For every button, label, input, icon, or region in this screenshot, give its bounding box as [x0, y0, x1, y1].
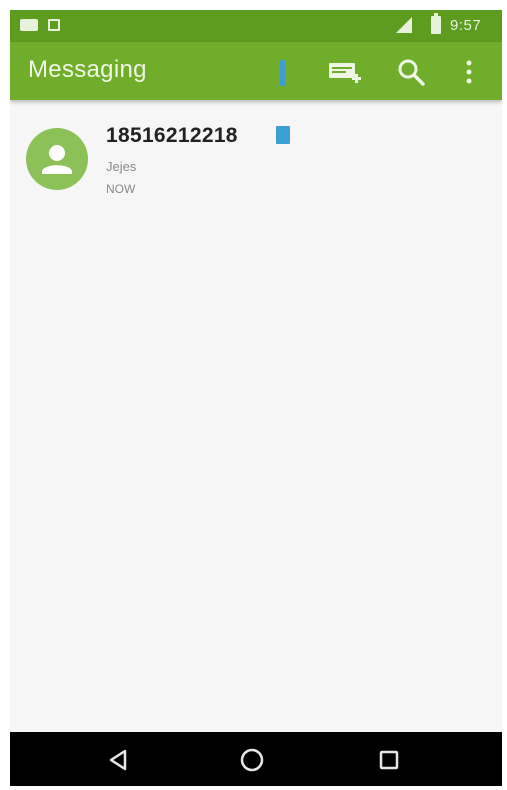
compose-icon	[329, 63, 361, 83]
screenshot-icon	[48, 19, 60, 31]
status-time: 9:57	[450, 17, 482, 34]
search-button[interactable]	[393, 54, 429, 90]
status-bar: 9:57	[10, 10, 502, 42]
notification-icon	[20, 19, 38, 31]
person-icon	[42, 145, 72, 174]
recents-button[interactable]	[373, 744, 405, 776]
app-bar: Messaging	[10, 42, 502, 100]
battery-icon	[431, 13, 441, 34]
avatar[interactable]	[26, 128, 88, 190]
app-title: Messaging	[28, 56, 147, 83]
accent-marker	[280, 60, 285, 86]
back-button[interactable]	[102, 744, 134, 776]
compose-button[interactable]	[326, 54, 362, 90]
message-snippet: Jejes	[106, 159, 137, 174]
more-vert-icon	[466, 60, 472, 84]
back-icon	[109, 749, 127, 771]
more-options-button[interactable]	[451, 54, 487, 90]
unread-indicator	[276, 126, 290, 144]
navigation-bar	[10, 732, 502, 786]
home-icon	[240, 748, 264, 772]
search-icon	[398, 59, 425, 86]
recents-icon	[379, 750, 399, 770]
contact-name: 18516212218	[106, 124, 238, 147]
conversation-list-item[interactable]: 18516212218 Jejes NOW	[10, 114, 502, 204]
home-button[interactable]	[236, 744, 268, 776]
message-time: NOW	[106, 182, 136, 196]
signal-icon	[396, 17, 412, 33]
phone-screen: 9:57 Messaging 18516212218 Jejes NOW	[10, 10, 502, 786]
